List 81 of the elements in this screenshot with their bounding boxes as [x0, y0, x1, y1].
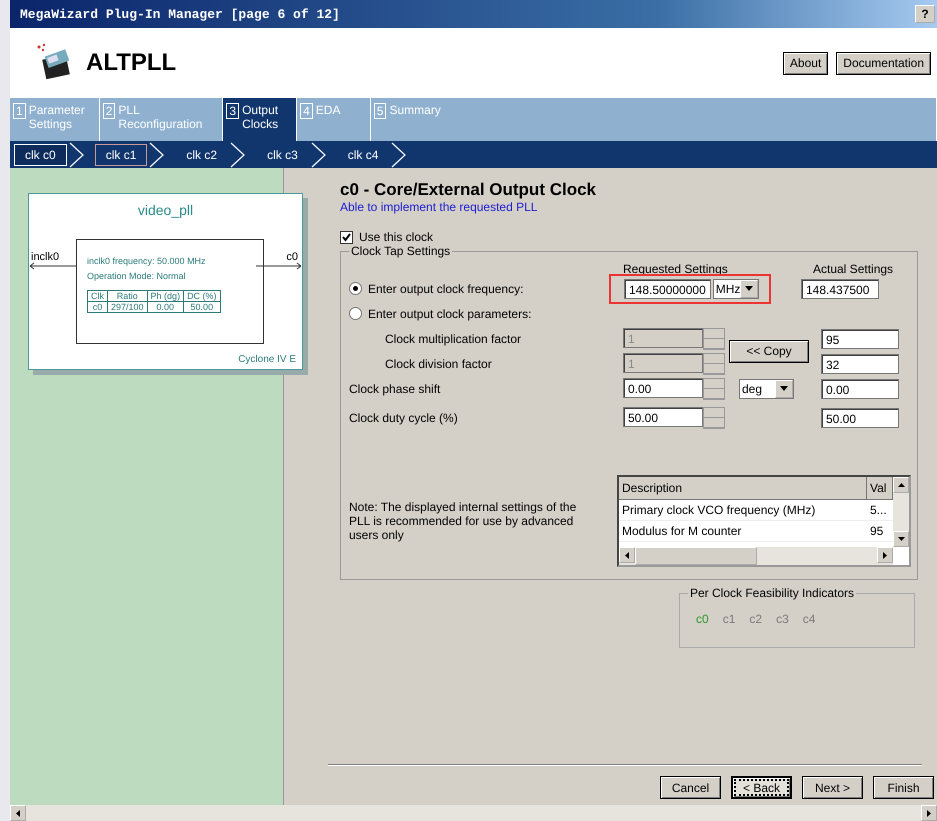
status-text: Able to implement the requested PLL [340, 200, 538, 214]
actual-field: 95 [821, 328, 899, 348]
product-title: ALTPLL [86, 49, 176, 77]
table-cell: c0 [88, 302, 108, 312]
table-cell-text: Primary clock VCO frequency (MHz) [621, 503, 816, 517]
table-cell: 50.00 [184, 302, 220, 312]
page-heading: c0 - Core/External Output Clock [340, 180, 597, 200]
table-cell-text: Modulus for M counter [621, 524, 742, 538]
note-text: Note: The displayed internal settings of the PLL is recommended for use by advanced users only [349, 500, 578, 542]
actual-field: 148.437500 [801, 278, 879, 298]
setting-label: Clock phase shift [349, 382, 442, 396]
frequency-field[interactable]: 148.50000000 [624, 278, 711, 298]
value-field[interactable]: 50.00 [623, 407, 703, 427]
window-title: MegaWizard Plug-In Manager [page 6 of 12] [20, 6, 340, 22]
option-label: Enter output clock frequency: [368, 282, 524, 296]
step-number: 1 [13, 103, 26, 119]
value-field[interactable]: 0.00 [623, 378, 703, 398]
table-cell-text: 95 [869, 524, 884, 538]
clock-indicator: c0 [696, 612, 709, 626]
column-heading: Actual Settings [813, 262, 894, 276]
help-button[interactable]: ? [915, 5, 935, 23]
copy-button[interactable]: << Copy [729, 340, 809, 362]
clock-indicator: c1 [722, 612, 736, 626]
actual-field: 32 [821, 354, 899, 374]
wizard-button[interactable]: Next > [802, 776, 863, 799]
step-label: PLL Reconfiguration [118, 103, 204, 133]
option-label: Enter output clock parameters: [368, 306, 532, 320]
header-button[interactable]: About [782, 52, 828, 74]
header-button[interactable]: Documentation [836, 52, 931, 74]
scroll-thumb[interactable] [635, 547, 757, 565]
actual-field: 0.00 [821, 378, 899, 398]
wizard-button[interactable]: Cancel [660, 776, 721, 799]
table-header: Clk [88, 290, 108, 302]
setting-label: Clock division factor [384, 356, 493, 370]
module-name: video_pll [138, 202, 194, 218]
step-label: Parameter Settings [28, 103, 85, 133]
step-number: 3 [226, 103, 240, 119]
table-cell-text: 5... [869, 503, 888, 517]
unit-dropdown[interactable]: deg [739, 378, 794, 398]
input-pin-label: inclk0 [31, 251, 60, 263]
unit-dropdown[interactable]: MHz [712, 278, 760, 298]
step-number: 4 [300, 103, 313, 119]
device-label: Cyclone IV E [238, 354, 296, 365]
table-header: Ph (dg) [147, 290, 184, 302]
clock-indicator: c2 [749, 612, 762, 626]
pll-info: inclk0 frequency: 50.000 MHz [87, 255, 207, 268]
column-heading: Requested Settings [623, 262, 729, 276]
step-number: 5 [374, 103, 386, 119]
radio-button[interactable] [349, 282, 362, 295]
use-clock-checkbox[interactable]: Use this clock [340, 230, 934, 244]
horizontal-scrollbar[interactable] [619, 547, 893, 565]
checkbox[interactable] [340, 230, 353, 244]
step-number: 2 [102, 103, 116, 119]
group-title: Per Clock Feasibility Indicators [689, 586, 856, 600]
radio-button[interactable] [349, 307, 362, 320]
column-header[interactable]: Description [619, 477, 867, 499]
table-header: Ratio [108, 290, 148, 302]
step-label: Summary [389, 103, 441, 119]
clock-tab[interactable]: clk c3 [256, 144, 309, 166]
clock-tab[interactable]: clk c4 [336, 144, 390, 166]
table-cell: 0.00 [147, 302, 184, 312]
clock-indicator: c4 [802, 612, 816, 626]
setting-label: Clock duty cycle (%) [349, 411, 459, 425]
setting-label: Clock multiplication factor [384, 332, 522, 346]
wizard-button[interactable]: Finish [873, 776, 934, 799]
wizard-button[interactable]: < Back [731, 776, 792, 799]
step-tab[interactable]: 3 Output Clocks [223, 98, 298, 141]
clock-tab[interactable]: clk c1 [94, 144, 148, 166]
output-pin-label: c0 [286, 251, 298, 263]
clock-tab[interactable]: clk c0 [14, 144, 67, 166]
step-label: Output Clocks [242, 103, 280, 133]
group-title: Clock Tap Settings [350, 244, 452, 258]
actual-field: 50.00 [821, 408, 899, 428]
clock-indicator: c3 [776, 612, 789, 626]
step-label: EDA [316, 103, 342, 119]
horizontal-scrollbar[interactable] [10, 805, 937, 821]
table-header: DC (%) [184, 290, 220, 302]
pll-info: Operation Mode: Normal [87, 270, 187, 283]
table-cell: 297/100 [108, 302, 148, 312]
vertical-scrollbar[interactable] [893, 477, 909, 547]
clock-tab[interactable]: clk c2 [175, 144, 228, 166]
